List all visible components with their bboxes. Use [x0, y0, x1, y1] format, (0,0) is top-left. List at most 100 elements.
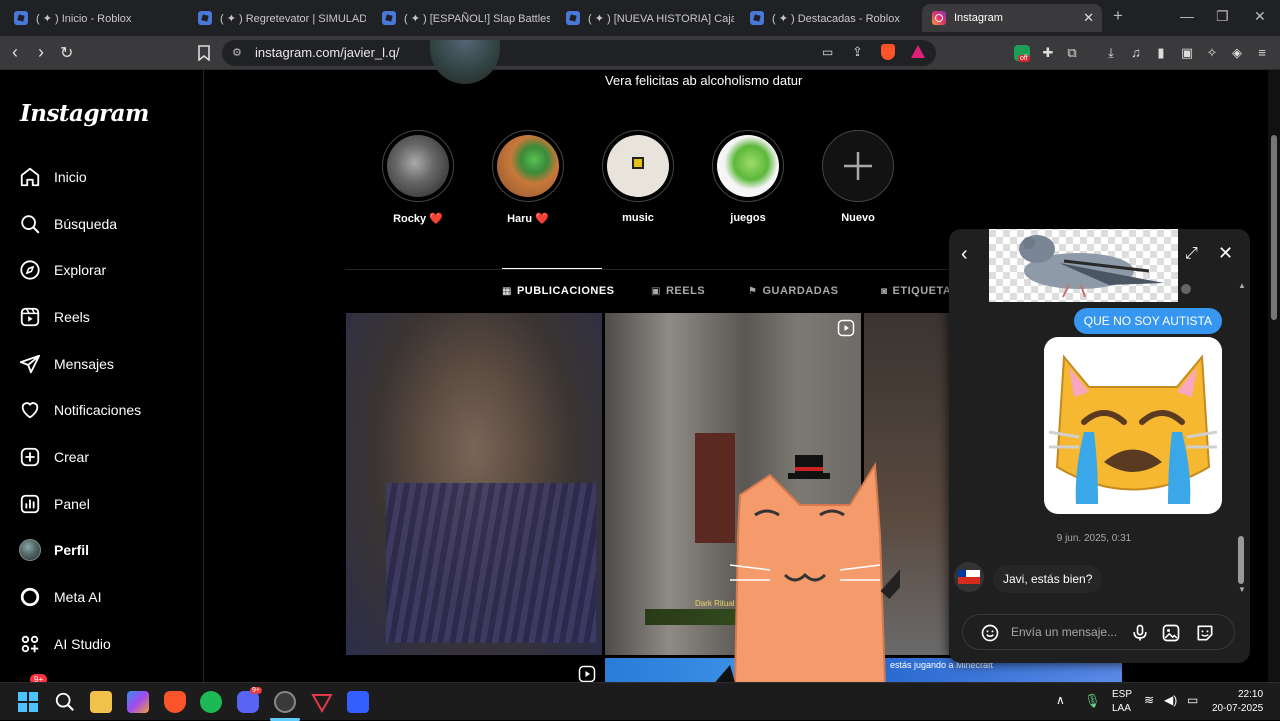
highlight-music[interactable]: music — [602, 130, 674, 224]
post-tile-cat[interactable] — [346, 313, 602, 655]
chat-back-icon[interactable]: ‹ — [961, 243, 968, 266]
language-indicator[interactable]: ESP — [1112, 689, 1132, 700]
close-window-icon[interactable]: ✕ — [1254, 8, 1266, 25]
new-tab-icon[interactable]: + — [1113, 6, 1123, 26]
scroll-down-icon[interactable]: ▼ — [1238, 585, 1246, 594]
scroll-up-icon[interactable]: ▲ — [1238, 281, 1246, 290]
download-icon[interactable]: ⤓ — [1103, 45, 1119, 61]
close-chat-icon[interactable]: ✕ — [1218, 243, 1233, 264]
highlight-ring — [492, 130, 564, 202]
pigeon-image-message[interactable] — [989, 229, 1178, 302]
vpn-app-icon[interactable] — [311, 691, 333, 714]
discord-icon[interactable] — [237, 691, 259, 713]
start-icon[interactable] — [17, 691, 39, 713]
sidebar-item-mensajes[interactable]: Mensajes — [18, 349, 114, 379]
tab-destacadas[interactable]: ( ✦ ) Destacadas - Roblox — [740, 4, 918, 32]
roblox-icon[interactable] — [347, 691, 369, 713]
url-field[interactable]: ⚙ instagram.com/javier_l.q/ ▭ ⇪ — [222, 40, 936, 66]
message-bubble-sent[interactable]: QUE NO SOY AUTISTA — [1073, 308, 1222, 334]
file-explorer-icon[interactable] — [90, 691, 112, 713]
tab-reels[interactable]: ▣ REELS — [651, 285, 705, 297]
image-icon[interactable] — [1161, 623, 1181, 643]
clock-time[interactable]: 22:10 — [1238, 689, 1263, 700]
crying-cat-sticker[interactable] — [1044, 337, 1222, 514]
tab-publicaciones[interactable]: ▦ PUBLICACIONES — [502, 285, 615, 297]
message-input[interactable]: Envía un mensaje... — [962, 614, 1235, 650]
sidebar-item-crear[interactable]: Crear — [18, 442, 89, 472]
site-settings-icon[interactable]: ⚙ — [232, 46, 242, 59]
instagram-logo[interactable]: Instagram — [20, 100, 149, 127]
page-scrollbar[interactable] — [1268, 70, 1280, 682]
highlight-ring — [822, 130, 894, 202]
tab-caja[interactable]: ( ✦ ) [NUEVA HISTORIA] Caja de — [556, 4, 734, 32]
volume-icon[interactable]: ◀) — [1164, 693, 1177, 707]
highlight-new[interactable]: Nuevo — [822, 130, 894, 224]
sidebar-toggle-icon[interactable]: ▮ — [1153, 45, 1169, 61]
contact-avatar[interactable] — [954, 562, 984, 592]
sidebar-item-explorar[interactable]: Explorar — [18, 255, 106, 285]
sidebar-item-label: Explorar — [54, 262, 107, 278]
leo-ai-icon[interactable]: ✧ — [1204, 45, 1220, 61]
sidebar-item-label: Mensajes — [54, 356, 114, 372]
back-icon[interactable]: ‹ — [12, 42, 18, 63]
reload-icon[interactable]: ↻ — [60, 43, 73, 63]
instagram-sidebar: Instagram Inicio Búsqueda Explorar Reels… — [0, 70, 204, 685]
spotify-icon[interactable] — [200, 691, 222, 713]
screenshot-icon[interactable]: ⧉ — [1064, 45, 1080, 61]
sidebar-item-notificaciones[interactable]: Notificaciones — [18, 395, 141, 425]
reels-icon — [18, 305, 42, 329]
message-bubble-received[interactable]: Javi, estás bien? — [993, 565, 1103, 593]
sidebar-item-reels[interactable]: Reels — [18, 302, 90, 332]
discord-badge: 9+ — [250, 687, 262, 694]
close-tab-icon[interactable]: ✕ — [1083, 10, 1094, 26]
share-icon[interactable]: ⇪ — [852, 44, 863, 60]
highlight-haru[interactable]: Haru ❤️ — [492, 130, 564, 225]
extensions-icon[interactable]: ✚ — [1040, 45, 1056, 61]
emoji-icon[interactable] — [980, 623, 1000, 643]
tray-overflow-icon[interactable]: ∧ — [1056, 693, 1065, 707]
sidebar-item-inicio[interactable]: Inicio — [18, 162, 87, 192]
grid-icon: ▦ — [502, 285, 512, 297]
forward-icon[interactable]: › — [38, 42, 44, 63]
tab-roblox-home[interactable]: ( ✦ ) Inicio - Roblox — [4, 4, 184, 32]
media-icon[interactable]: ♫ — [1128, 45, 1144, 61]
sidebar-item-perfil[interactable]: Perfil — [18, 535, 89, 565]
tab-regretevator[interactable]: ( ✦ ) Regretevator | SIMULADOR — [188, 4, 366, 32]
tab-slap-battles[interactable]: ( ✦ ) [ESPAÑOL!] Slap Battles — [372, 4, 550, 32]
app-icon[interactable] — [274, 691, 296, 713]
wifi-icon[interactable]: ≋ — [1144, 693, 1154, 707]
brave-rewards-icon[interactable] — [911, 45, 925, 58]
sticker-icon[interactable] — [1195, 623, 1215, 643]
mic-tray-icon[interactable]: 🎙 — [1084, 693, 1101, 709]
chat-scrollbar[interactable]: ▲ ▼ — [1237, 281, 1246, 594]
plus-square-icon — [18, 445, 42, 469]
battery-icon[interactable]: ▭ — [1187, 693, 1198, 707]
brave-icon[interactable] — [164, 691, 186, 713]
microphone-icon[interactable] — [1130, 623, 1150, 643]
brave-shield-icon[interactable] — [881, 44, 895, 60]
copilot-icon[interactable] — [127, 691, 149, 713]
bookmark-icon[interactable] — [196, 45, 212, 62]
sidebar-item-ai-studio[interactable]: AI Studio — [18, 629, 111, 659]
cast-icon[interactable]: ▭ — [822, 45, 833, 59]
menu-icon[interactable]: ≡ — [1254, 45, 1270, 61]
search-icon[interactable] — [54, 691, 76, 713]
expand-icon[interactable]: ⤢ — [1185, 245, 1198, 263]
sidebar-item-busqueda[interactable]: Búsqueda — [18, 209, 117, 239]
scroll-thumb[interactable] — [1238, 536, 1244, 584]
maximize-icon[interactable]: ❐ — [1216, 8, 1229, 25]
page-scroll-thumb[interactable] — [1271, 135, 1277, 320]
profile-picture[interactable] — [430, 40, 500, 84]
tab-instagram[interactable]: Instagram ✕ — [922, 4, 1102, 32]
sidebar-item-label: Reels — [54, 309, 90, 325]
tab-etiquetas[interactable]: ◙ ETIQUETAS — [881, 285, 959, 297]
minimize-icon[interactable]: — — [1180, 8, 1194, 24]
highlight-thumb — [717, 135, 779, 197]
vpn-icon[interactable]: ◈ — [1229, 45, 1245, 61]
sidebar-item-meta-ai[interactable]: Meta AI — [18, 582, 101, 612]
highlight-juegos[interactable]: juegos — [712, 130, 784, 224]
wallet-icon[interactable]: ▣ — [1179, 45, 1195, 61]
highlight-rocky[interactable]: Rocky ❤️ — [382, 130, 454, 225]
sidebar-item-panel[interactable]: Panel — [18, 489, 90, 519]
tab-guardadas[interactable]: ⚑ GUARDADAS — [748, 285, 838, 297]
